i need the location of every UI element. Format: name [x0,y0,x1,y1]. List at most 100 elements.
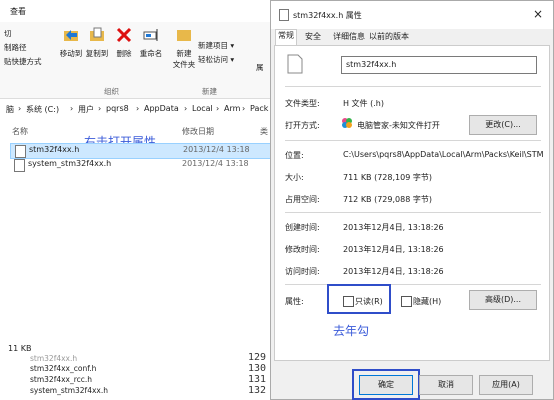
file-date: 2013/12/4 13:18 [182,159,249,168]
file-icon [15,145,26,158]
tree-item[interactable]: system_stm32f4xx.h [30,386,108,395]
new-item-button[interactable]: 新建项目 ▾ [198,40,234,51]
project-tree: stm32f4xx.h stm32f4xx_conf.h stm32f4xx_r… [0,352,270,400]
pc-manager-icon [342,118,352,128]
change-button[interactable]: 更改(C)... [469,115,537,135]
accessed-value: 2013年12月4日, 13:18:26 [343,267,444,276]
size-label: 大小: [285,173,304,182]
crumb-7[interactable]: Pack [250,104,268,113]
line-number: 132 [248,385,267,396]
paste-shortcut-button[interactable]: 贴快捷方式 [4,56,42,67]
file-name: stm32f4xx.h [29,145,80,154]
crumb-0[interactable]: 脑 [6,104,14,115]
rename-icon [143,29,158,41]
readonly-label[interactable]: 只读(R) [355,296,383,307]
line-number: 131 [248,374,267,385]
tree-item[interactable]: stm32f4xx_conf.h [30,364,96,373]
crumb-5[interactable]: Local [192,104,213,113]
properties-dialog: stm32f4xx.h 属性 × 常规 安全 详细信息 以前的版本 stm32f… [270,0,554,400]
ok-button[interactable]: 确定 [359,375,413,395]
file-icon [279,9,289,21]
rename-button[interactable]: 重命名 [136,26,166,59]
properties-short-label[interactable]: 属 [256,62,264,73]
dialog-title: stm32f4xx.h 属性 [293,11,362,20]
created-value: 2013年12月4日, 13:18:26 [343,223,444,232]
crumb-sep: › [242,104,246,113]
move-folder-icon [64,30,78,41]
location-label: 位置: [285,151,304,160]
file-name: system_stm32f4xx.h [28,159,112,168]
rename-label: 重命名 [139,49,163,58]
breadcrumb[interactable]: 脑 › 系统 (C:) › 用户 › pqrs8 › AppData › Loc… [0,101,280,119]
file-date: 2013/12/4 13:18 [183,145,250,154]
tab-details[interactable]: 详细信息 [331,31,367,44]
column-date-header[interactable]: 修改日期 [182,126,214,137]
disk-size-label: 占用空间: [285,195,320,204]
readonly-checkbox[interactable] [343,296,354,307]
divider [285,86,541,87]
tab-general[interactable]: 常规 [275,29,297,46]
crumb-1[interactable]: 系统 (C:) [26,104,59,115]
delete-x-icon [116,27,132,43]
file-type-label: 文件类型: [285,99,320,108]
file-row-stm32f4xx[interactable]: stm32f4xx.h 2013/12/4 13:18 [10,143,282,159]
line-number: 129 [248,352,267,363]
hidden-checkbox[interactable] [401,296,412,307]
copy-path-button[interactable]: 制路径 [4,42,27,53]
file-row-system-stm32f4xx[interactable]: system_stm32f4xx.h 2013/12/4 13:18 [10,158,280,172]
crumb-6[interactable]: Arm [224,104,240,113]
close-button[interactable]: × [533,7,543,21]
status-size: 11 KB [8,344,32,353]
tree-item[interactable]: stm32f4xx.h [30,354,77,363]
line-number: 130 [248,363,267,374]
crumb-sep: › [98,104,102,113]
accessed-label: 访问时间: [285,267,320,276]
divider [285,140,541,141]
easy-access-button[interactable]: 轻松访问 ▾ [198,54,234,65]
new-folder-button[interactable]: 新建 文件夹 [170,26,198,70]
group-organize-label: 组织 [104,87,119,96]
hidden-label[interactable]: 隐藏(H) [413,296,441,307]
cancel-button[interactable]: 取消 [419,375,473,395]
crumb-2[interactable]: 用户 [78,104,94,115]
advanced-button[interactable]: 高级(D)... [469,290,537,310]
cut-button[interactable]: 切 [4,28,12,39]
modified-value: 2013年12月4日, 13:18:26 [343,245,444,254]
crumb-sep: › [136,104,140,113]
location-value: C:\Users\pqrs8\AppData\Local\Arm\Packs\K… [343,150,544,159]
copy-to-label: 复制到 [85,49,109,58]
general-panel: stm32f4xx.h 文件类型: H 文件 (.h) 打开方式: 电脑管家-未… [274,45,550,361]
new-folder-label-2: 文件夹 [172,60,196,69]
open-with-label: 打开方式: [285,121,320,130]
move-to-label: 移动到 [59,49,83,58]
crumb-sep: › [70,104,74,113]
tab-bar: 常规 安全 详细信息 以前的版本 [271,29,553,46]
file-icon [14,159,25,172]
crumb-sep: › [18,104,22,113]
copy-to-button[interactable]: 复制到 [84,26,110,59]
crumb-sep: › [184,104,188,113]
move-to-button[interactable]: 移动到 [58,26,84,59]
tree-item[interactable]: stm32f4xx_rcc.h [30,375,92,384]
delete-button[interactable]: 删除 [114,26,134,59]
crumb-3[interactable]: pqrs8 [106,104,129,113]
annotation-uncheck: 去年勾 [333,324,370,338]
tab-previous-versions[interactable]: 以前的版本 [367,31,411,44]
attributes-label: 属性: [285,297,304,306]
tab-security[interactable]: 安全 [303,31,323,44]
apply-button[interactable]: 应用(A) [479,375,533,395]
divider [285,212,541,213]
open-with-value: 电脑管家-未知文件打开 [357,121,440,130]
filename-input[interactable]: stm32f4xx.h [341,56,537,74]
divider [285,284,541,285]
created-label: 创建时间: [285,223,320,232]
document-icon [287,54,303,74]
column-type-header[interactable]: 类 [260,126,268,137]
crumb-4[interactable]: AppData [144,104,179,113]
column-name-header[interactable]: 名称 [12,126,28,137]
dialog-titlebar: stm32f4xx.h 属性 × [271,1,553,29]
menu-view[interactable]: 查看 [10,6,26,17]
size-value: 711 KB (728,109 字节) [343,173,432,182]
new-folder-label-1: 新建 [176,49,192,58]
group-new-label: 新建 [202,87,217,96]
